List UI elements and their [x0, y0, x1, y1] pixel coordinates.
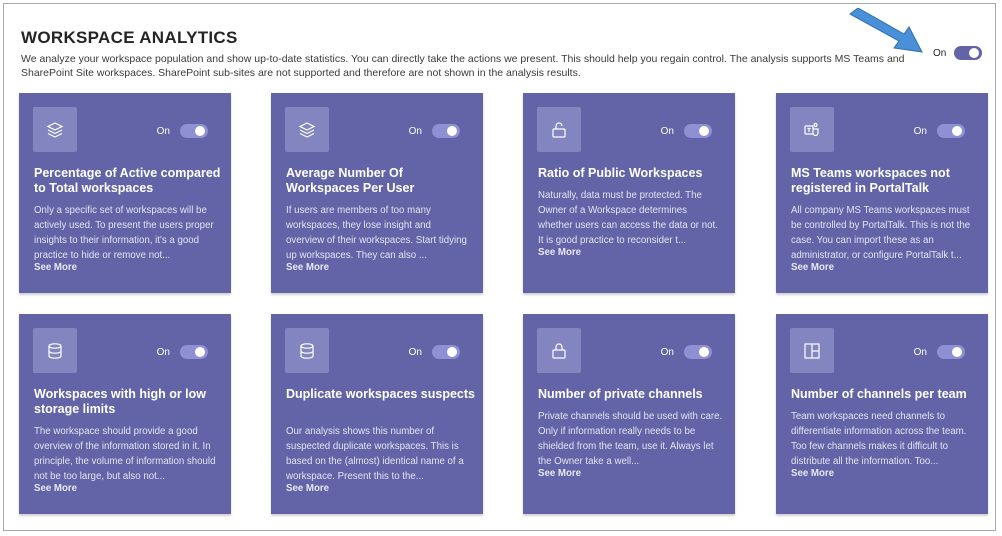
metric-card-channels-per-team: On Number of channels per team Team work…	[776, 314, 988, 514]
metric-card-public-workspaces: On Ratio of Public Workspaces Naturally,…	[523, 93, 735, 293]
analytics-toggle[interactable]: On	[933, 46, 983, 60]
card-toggle-switch[interactable]	[432, 345, 460, 359]
see-more-link[interactable]: See More	[791, 468, 834, 479]
card-description: The workspace should provide a good over…	[34, 426, 216, 482]
card-toggle-switch[interactable]	[684, 124, 712, 138]
card-toggle-switch[interactable]	[684, 345, 712, 359]
card-title: Average Number Of Workspaces Per User	[286, 166, 415, 195]
card-title: Workspaces with high or low storage limi…	[34, 387, 207, 416]
toggle-knob	[195, 347, 205, 357]
card-toggle-switch[interactable]	[937, 124, 965, 138]
card-toggle-label: On	[156, 346, 170, 358]
card-title: Duplicate workspaces suspects	[286, 387, 475, 401]
metric-card-active-workspaces: On Percentage of Active compared to Tota…	[19, 93, 231, 293]
lock-icon	[537, 328, 581, 373]
toggle-knob	[969, 48, 980, 58]
card-toggle[interactable]: On	[409, 124, 460, 138]
see-more-link[interactable]: See More	[286, 483, 329, 494]
card-description: Team workspaces need channels to differe…	[791, 411, 967, 467]
metric-card-workspaces-per-user: On Average Number Of Workspaces Per User…	[271, 93, 483, 293]
layers-icon	[33, 107, 77, 152]
card-toggle-label: On	[408, 125, 422, 137]
card-toggle[interactable]: On	[914, 345, 965, 359]
card-description: All company MS Teams workspaces must be …	[791, 205, 971, 261]
card-toggle-label: On	[156, 125, 170, 137]
card-toggle[interactable]: On	[157, 124, 208, 138]
card-toggle-label: On	[408, 346, 422, 358]
database-icon	[285, 328, 329, 373]
card-toggle-label: On	[660, 125, 674, 137]
card-toggle-switch[interactable]	[180, 124, 208, 138]
analytics-toggle-switch[interactable]	[954, 46, 983, 60]
toggle-knob	[699, 347, 709, 357]
toggle-knob	[447, 126, 457, 136]
card-toggle[interactable]: On	[409, 345, 460, 359]
card-toggle[interactable]: On	[157, 345, 208, 359]
card-toggle[interactable]: On	[914, 124, 965, 138]
toggle-knob	[699, 126, 709, 136]
layers-icon	[285, 107, 329, 152]
see-more-link[interactable]: See More	[538, 247, 581, 258]
metric-card-unregistered-teams: On MS Teams workspaces not registered in…	[776, 93, 988, 293]
card-title: Number of channels per team	[791, 387, 967, 401]
page-description: We analyze your workspace population and…	[21, 53, 905, 79]
analytics-toggle-label: On	[933, 47, 947, 59]
card-toggle-label: On	[913, 125, 927, 137]
toggle-knob	[952, 126, 962, 136]
card-toggle-label: On	[913, 346, 927, 358]
toggle-knob	[952, 347, 962, 357]
card-toggle-switch[interactable]	[937, 345, 965, 359]
metric-card-duplicate-workspaces: On Duplicate workspaces suspects Our ana…	[271, 314, 483, 514]
card-toggle-switch[interactable]	[180, 345, 208, 359]
card-toggle[interactable]: On	[661, 124, 712, 138]
see-more-link[interactable]: See More	[34, 262, 77, 273]
card-toggle-switch[interactable]	[432, 124, 460, 138]
see-more-link[interactable]: See More	[34, 483, 77, 494]
card-toggle-label: On	[660, 346, 674, 358]
card-title: Ratio of Public Workspaces	[538, 166, 703, 180]
see-more-link[interactable]: See More	[286, 262, 329, 273]
card-description: Private channels should be used with car…	[538, 411, 723, 467]
page-title: WORKSPACE ANALYTICS	[21, 28, 238, 47]
database-icon	[33, 328, 77, 373]
card-description: Our analysis shows this number of suspec…	[286, 426, 464, 482]
card-toggle[interactable]: On	[661, 345, 712, 359]
toggle-knob	[447, 347, 457, 357]
see-more-link[interactable]: See More	[791, 262, 834, 273]
pointer-arrow-icon	[849, 8, 923, 53]
metric-card-private-channels: On Number of private channels Private ch…	[523, 314, 735, 514]
card-title: Number of private channels	[538, 387, 703, 401]
card-description: If users are members of too many workspa…	[286, 205, 467, 261]
unlock-icon	[537, 107, 581, 152]
see-more-link[interactable]: See More	[538, 468, 581, 479]
metric-card-storage-limits: On Workspaces with high or low storage l…	[19, 314, 231, 514]
teams-icon	[790, 107, 834, 152]
board-icon	[790, 328, 834, 373]
toggle-knob	[195, 126, 205, 136]
card-title: MS Teams workspaces not registered in Po…	[791, 166, 950, 195]
card-description: Naturally, data must be protected. The O…	[538, 190, 718, 246]
card-title: Percentage of Active compared to Total w…	[34, 166, 221, 195]
card-description: Only a specific set of workspaces will b…	[34, 205, 214, 261]
